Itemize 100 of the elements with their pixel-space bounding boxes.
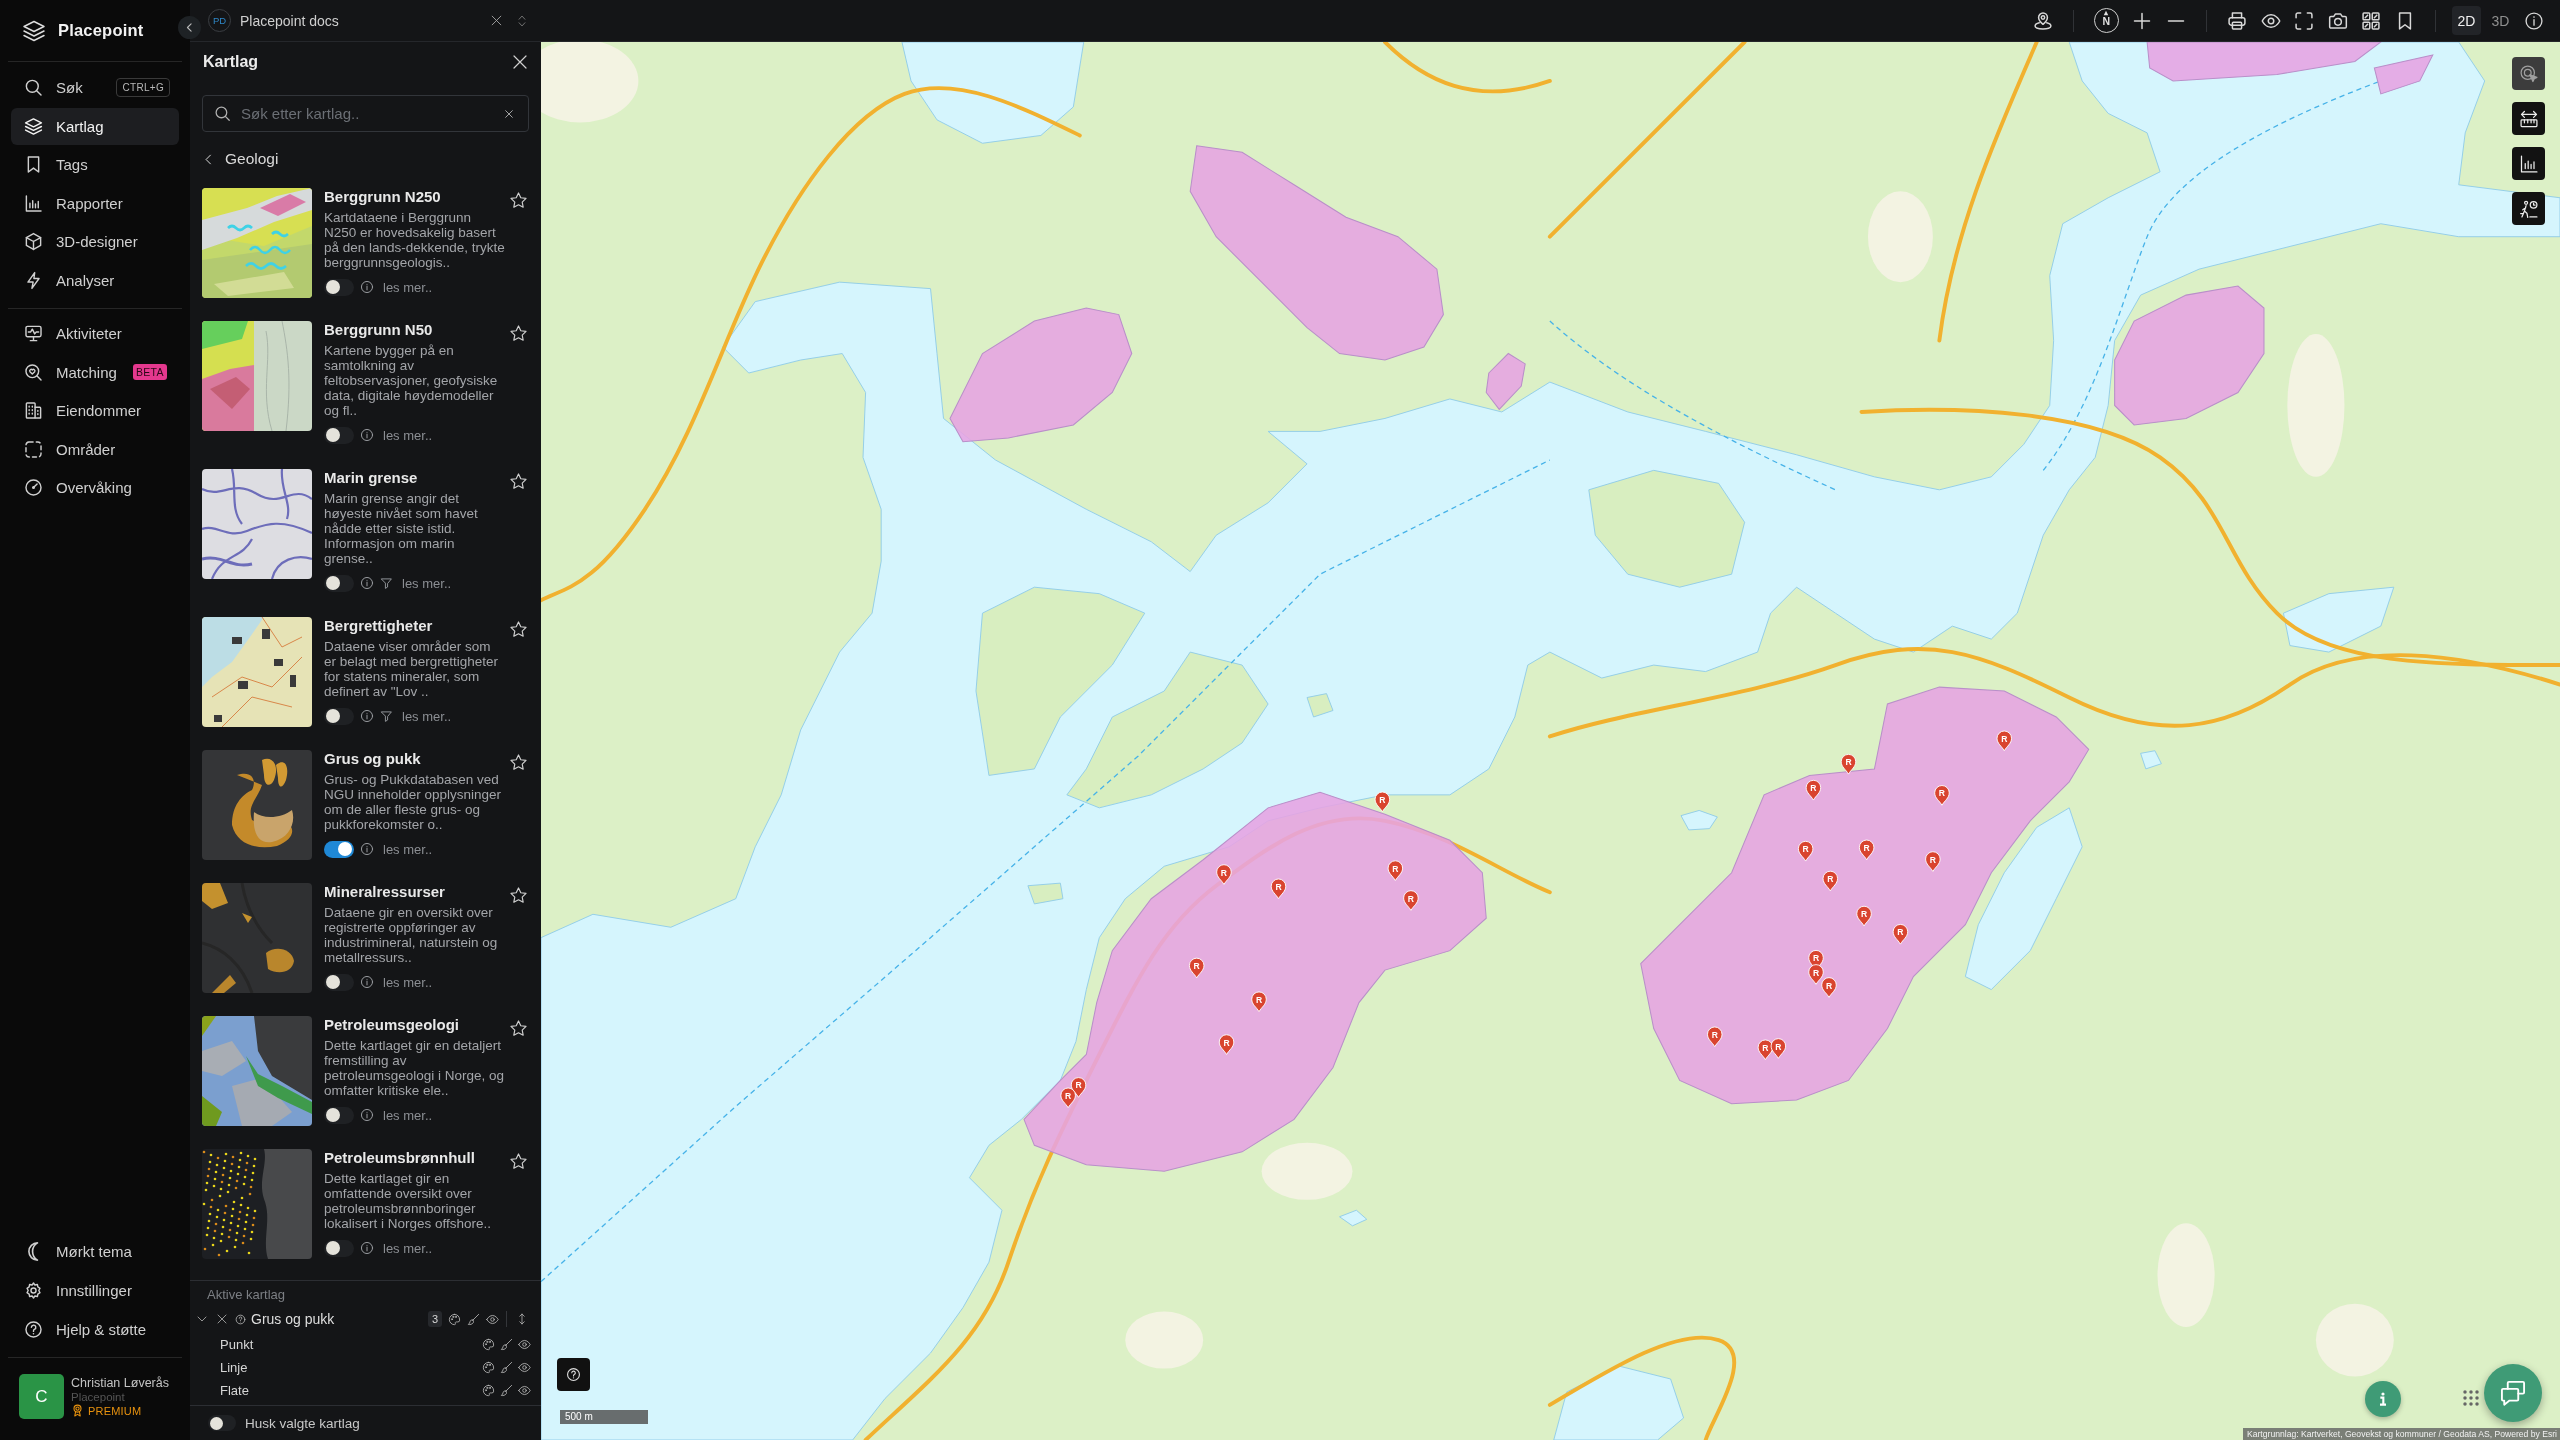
nav-item[interactable]: Innstillinger bbox=[11, 1272, 179, 1309]
layer-toggle[interactable] bbox=[324, 707, 354, 725]
info-icon[interactable] bbox=[360, 709, 374, 723]
info-icon[interactable] bbox=[360, 1108, 374, 1122]
close-icon[interactable] bbox=[216, 1313, 228, 1325]
read-more-link[interactable]: les mer.. bbox=[383, 279, 433, 295]
read-more-link[interactable]: les mer.. bbox=[402, 708, 452, 724]
nav-item[interactable]: Aktiviteter bbox=[11, 314, 179, 352]
nav-item[interactable]: Overvåking bbox=[11, 469, 179, 507]
nav-item[interactable]: Matching BETA bbox=[11, 353, 179, 391]
info-icon[interactable] bbox=[360, 842, 374, 856]
view-mode-tab[interactable]: 2D bbox=[2452, 6, 2481, 35]
map-tool-button[interactable] bbox=[2512, 102, 2545, 135]
plus-icon[interactable] bbox=[2132, 10, 2153, 31]
layer-toggle[interactable] bbox=[324, 840, 354, 858]
palette-icon[interactable] bbox=[448, 1312, 461, 1326]
filter-icon[interactable] bbox=[380, 576, 393, 590]
map-marker[interactable]: R bbox=[1060, 1087, 1076, 1109]
palette-icon[interactable] bbox=[482, 1361, 495, 1374]
brush-icon[interactable] bbox=[500, 1384, 513, 1397]
map-marker[interactable]: R bbox=[1707, 1026, 1723, 1048]
star-icon[interactable] bbox=[509, 886, 528, 905]
eye-icon[interactable] bbox=[486, 1312, 499, 1326]
eye-icon[interactable] bbox=[518, 1338, 531, 1351]
star-icon[interactable] bbox=[509, 324, 528, 343]
camera-icon[interactable] bbox=[2327, 10, 2348, 31]
brush-icon[interactable] bbox=[500, 1338, 513, 1351]
layer-toggle[interactable] bbox=[324, 1239, 354, 1257]
star-icon[interactable] bbox=[509, 191, 528, 210]
read-more-link[interactable]: les mer.. bbox=[383, 427, 433, 443]
info-icon[interactable] bbox=[360, 280, 374, 294]
star-icon[interactable] bbox=[509, 1019, 528, 1038]
eye-icon[interactable] bbox=[518, 1384, 531, 1397]
layer-toggle[interactable] bbox=[324, 426, 354, 444]
brush-icon[interactable] bbox=[467, 1312, 480, 1326]
map-marker[interactable]: R bbox=[1374, 791, 1391, 813]
grid-icon[interactable] bbox=[2361, 10, 2382, 31]
star-icon[interactable] bbox=[509, 1152, 528, 1171]
map-marker[interactable]: R bbox=[1856, 905, 1872, 927]
info-icon[interactable] bbox=[360, 428, 374, 442]
remember-toggle[interactable] bbox=[208, 1415, 236, 1431]
eye-icon[interactable] bbox=[518, 1361, 531, 1374]
close-icon[interactable] bbox=[490, 14, 503, 27]
palette-icon[interactable] bbox=[482, 1338, 495, 1351]
nav-item[interactable]: Analyser bbox=[11, 261, 179, 299]
map-marker[interactable]: R bbox=[1840, 753, 1857, 775]
location-pin-icon[interactable] bbox=[2032, 10, 2053, 31]
sort-arrows-icon[interactable] bbox=[516, 1313, 528, 1325]
map-marker[interactable]: R bbox=[1808, 964, 1824, 985]
nav-item[interactable]: Kartlag bbox=[11, 107, 179, 145]
map-marker[interactable]: R bbox=[1188, 957, 1205, 979]
search-field[interactable]: Søk etter kartlag.. bbox=[202, 95, 529, 132]
map-marker[interactable]: R bbox=[1892, 923, 1909, 945]
dots-grid-icon[interactable] bbox=[2463, 1390, 2479, 1406]
map-marker[interactable]: R bbox=[1216, 864, 1232, 885]
layer-toggle[interactable] bbox=[324, 973, 354, 991]
user-avatar[interactable]: C bbox=[19, 1374, 64, 1419]
star-icon[interactable] bbox=[509, 753, 528, 772]
collapse-button[interactable] bbox=[178, 16, 201, 39]
map-marker[interactable]: R bbox=[1387, 860, 1404, 881]
nav-item[interactable]: Eiendommer bbox=[11, 392, 179, 430]
map-marker[interactable]: R bbox=[1996, 730, 2012, 752]
map-marker[interactable]: R bbox=[1925, 851, 1941, 872]
read-more-link[interactable]: les mer.. bbox=[402, 575, 452, 591]
read-more-link[interactable]: les mer.. bbox=[383, 1240, 433, 1256]
info-icon[interactable] bbox=[2524, 10, 2544, 31]
nav-item[interactable]: Rapporter bbox=[11, 184, 179, 222]
map-marker[interactable]: R bbox=[1218, 1034, 1235, 1055]
close-icon[interactable] bbox=[511, 53, 529, 71]
nav-item[interactable]: Områder bbox=[11, 430, 179, 468]
info-icon[interactable] bbox=[360, 576, 374, 590]
nav-item[interactable]: Tags bbox=[11, 146, 179, 184]
map-marker[interactable]: R bbox=[1805, 779, 1822, 801]
star-icon[interactable] bbox=[509, 472, 528, 491]
info-icon[interactable] bbox=[360, 1241, 374, 1255]
nav-item[interactable]: Hjelp & støtte bbox=[11, 1311, 179, 1348]
nav-item[interactable]: 3D-designer bbox=[11, 223, 179, 261]
view-mode-tab[interactable]: 3D bbox=[2486, 6, 2515, 35]
star-icon[interactable] bbox=[509, 620, 528, 639]
layer-toggle[interactable] bbox=[324, 278, 354, 296]
logo-icon[interactable] bbox=[22, 18, 46, 43]
workspace-title[interactable]: Placepoint docs bbox=[240, 12, 339, 29]
map-marker[interactable]: R bbox=[1251, 991, 1267, 1013]
nav-item[interactable]: Søk CTRL+G bbox=[11, 69, 179, 106]
read-more-link[interactable]: les mer.. bbox=[383, 974, 433, 990]
layer-toggle[interactable] bbox=[324, 574, 354, 592]
layer-toggle[interactable] bbox=[324, 1106, 354, 1124]
info-icon[interactable] bbox=[360, 975, 374, 989]
read-more-link[interactable]: les mer.. bbox=[383, 1107, 433, 1123]
map-tool-button[interactable] bbox=[2512, 192, 2545, 225]
map-marker[interactable]: R bbox=[1858, 839, 1875, 861]
help-icon[interactable] bbox=[235, 1313, 246, 1325]
map-marker[interactable]: R bbox=[1270, 878, 1287, 900]
map-marker[interactable]: R bbox=[1822, 870, 1839, 892]
help-button[interactable] bbox=[557, 1358, 590, 1391]
read-more-link[interactable]: les mer.. bbox=[383, 841, 433, 857]
clear-icon[interactable] bbox=[504, 108, 514, 119]
filter-icon[interactable] bbox=[380, 709, 393, 723]
map-tool-button[interactable] bbox=[2512, 147, 2545, 180]
brush-icon[interactable] bbox=[500, 1361, 513, 1374]
